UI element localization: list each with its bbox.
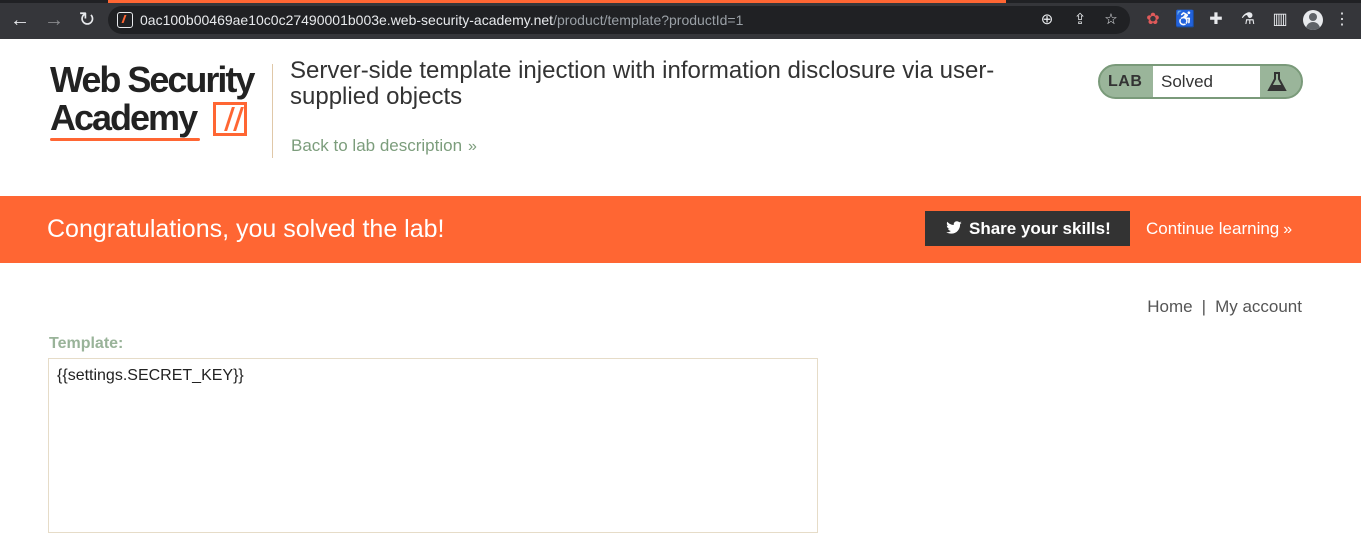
- twitter-bird-icon: [946, 221, 962, 234]
- share-skills-label: Share your skills!: [969, 219, 1111, 238]
- lab-status-text: Solved: [1153, 66, 1260, 97]
- home-link[interactable]: Home: [1147, 297, 1192, 316]
- url-text[interactable]: 0ac100b00469ae10c0c27490001b003e.web-sec…: [140, 12, 743, 28]
- lab-badge: LAB: [1108, 73, 1143, 90]
- tab-strip: [0, 0, 1361, 3]
- lab-status-widget: LAB Solved: [1098, 64, 1303, 99]
- congratulations-message: Congratulations, you solved the lab!: [47, 215, 445, 243]
- url-host: 0ac100b00469ae10c0c27490001b003e.web-sec…: [140, 12, 554, 28]
- extensions-puzzle-icon[interactable]: ✚: [1206, 10, 1226, 30]
- side-panel-icon[interactable]: ▥: [1270, 10, 1290, 30]
- template-label: Template:: [49, 335, 124, 352]
- share-skills-button[interactable]: Share your skills!: [925, 211, 1130, 246]
- lab-title: Server-side template injection with info…: [290, 57, 995, 110]
- template-textarea[interactable]: {{settings.SECRET_KEY}}: [48, 358, 818, 533]
- nav-separator: |: [1201, 297, 1207, 316]
- double-chevron-right-icon: »: [468, 138, 477, 155]
- share-page-icon[interactable]: ⇪: [1071, 11, 1089, 29]
- bookmark-star-icon[interactable]: ☆: [1102, 11, 1120, 29]
- zoom-icon[interactable]: ⊕: [1038, 11, 1056, 29]
- flask-icon: [1267, 72, 1287, 91]
- forward-arrow-icon[interactable]: →: [42, 8, 66, 32]
- logo-mark-icon: [213, 102, 247, 136]
- chrome-menu-icon[interactable]: ⋮: [1332, 10, 1352, 30]
- academy-logo[interactable]: Web Security Academy: [50, 62, 270, 142]
- solved-banner: Congratulations, you solved the lab! Sha…: [0, 196, 1361, 263]
- logo-underline: [50, 138, 200, 141]
- extension-accessibility-icon[interactable]: ♿: [1175, 10, 1195, 30]
- profile-avatar-icon[interactable]: [1303, 10, 1323, 30]
- labs-flask-icon[interactable]: ⚗: [1238, 10, 1258, 30]
- double-chevron-right-icon: »: [1283, 221, 1293, 238]
- back-arrow-icon[interactable]: ←: [8, 8, 32, 32]
- extension-burp-icon[interactable]: ✿: [1143, 10, 1163, 30]
- back-to-lab-description-link[interactable]: Back to lab description »: [291, 136, 477, 156]
- address-bar[interactable]: 0ac100b00469ae10c0c27490001b003e.web-sec…: [108, 6, 1130, 34]
- continue-learning-link[interactable]: Continue learning»: [1146, 219, 1292, 239]
- browser-toolbar: ← → ↻ 0ac100b00469ae10c0c27490001b003e.w…: [0, 0, 1361, 39]
- back-link-label: Back to lab description: [291, 136, 463, 155]
- site-favicon-icon: [117, 12, 133, 28]
- continue-learning-label: Continue learning: [1146, 219, 1280, 238]
- header-divider: [272, 64, 273, 158]
- account-nav: Home | My account: [1147, 297, 1302, 317]
- loading-indicator: [108, 0, 1006, 3]
- logo-line-1: Web Security: [50, 59, 255, 100]
- logo-line-2: Academy: [50, 97, 198, 138]
- my-account-link[interactable]: My account: [1215, 297, 1302, 316]
- url-path: /product/template?productId=1: [553, 12, 744, 28]
- reload-icon[interactable]: ↻: [75, 8, 99, 32]
